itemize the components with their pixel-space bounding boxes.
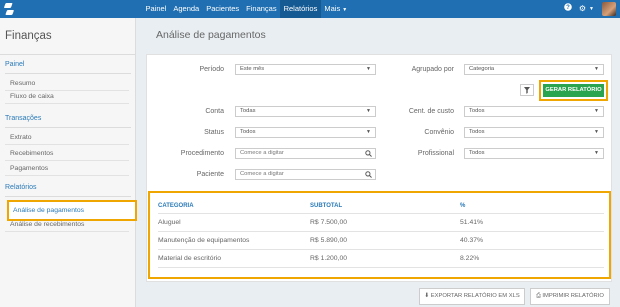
caret-down-icon: ▼ xyxy=(366,108,371,114)
nav-agenda[interactable]: Agenda xyxy=(170,0,203,18)
caret-down-icon: ▼ xyxy=(342,7,348,13)
row-3-categoria: Material de escritório xyxy=(158,255,222,262)
cent-custo-value: Todos xyxy=(469,108,485,114)
row-2-subtotal: R$ 5.890,00 xyxy=(310,237,348,244)
sidebar-item-fluxo-de-caixa[interactable]: Fluxo de caixa xyxy=(5,91,129,104)
caret-down-icon: ▼ xyxy=(594,150,599,156)
nav-relatorios[interactable]: Relatórios xyxy=(280,0,321,18)
caret-down-icon: ▼ xyxy=(594,129,599,135)
convenio-label: Convênio xyxy=(424,129,454,136)
sidebar-item-pagamentos[interactable]: Pagamentos xyxy=(5,163,129,176)
paciente-placeholder: Comece a digitar xyxy=(240,171,284,177)
divider xyxy=(5,73,131,74)
status-value: Todos xyxy=(240,129,256,135)
divider xyxy=(5,196,131,197)
periodo-select[interactable]: Este mês ▼ xyxy=(235,64,376,75)
convenio-select[interactable]: Todos ▼ xyxy=(464,127,604,138)
periodo-value: Este mês xyxy=(240,66,265,72)
row-1-subtotal: R$ 7.500,00 xyxy=(310,219,348,226)
sidebar-item-recebimentos[interactable]: Recebimentos xyxy=(5,148,129,161)
divider xyxy=(158,213,604,214)
export-xls-label: EXPORTAR RELATÓRIO EM XLS xyxy=(430,293,520,299)
avatar[interactable] xyxy=(602,2,616,16)
search-icon xyxy=(365,150,372,157)
caret-down-icon[interactable]: ▼ xyxy=(589,0,594,18)
sidebar-section-painel[interactable]: Painel xyxy=(5,61,24,68)
nav-mais[interactable]: Mais ▼ xyxy=(321,0,351,18)
caret-down-icon: ▼ xyxy=(366,129,371,135)
page-title: Análise de pagamentos xyxy=(156,29,266,41)
divider xyxy=(158,249,604,250)
agrupado-select[interactable]: Categoria ▼ xyxy=(464,64,604,75)
print-report-button[interactable]: ⎙ IMPRIMIR RELATÓRIO xyxy=(530,288,610,305)
generate-report-highlight: GERAR RELATÓRIO xyxy=(539,80,608,101)
status-label: Status xyxy=(204,129,224,136)
column-header-subtotal: SUBTOTAL xyxy=(310,203,343,209)
help-icon[interactable]: ? xyxy=(564,0,572,18)
nav-mais-label: Mais xyxy=(324,4,341,13)
row-3-percent: 8.22% xyxy=(460,255,480,262)
paciente-input[interactable]: Comece a digitar xyxy=(235,169,376,180)
filter-icon xyxy=(524,87,530,94)
nav-financas[interactable]: Finanças xyxy=(243,0,280,18)
column-header-percent: % xyxy=(460,203,466,209)
status-select[interactable]: Todos ▼ xyxy=(235,127,376,138)
sidebar-title: Finanças xyxy=(5,30,52,42)
results-table-highlight xyxy=(148,191,611,279)
gear-icon[interactable]: ⚙ xyxy=(579,0,586,18)
download-icon: ⬇ xyxy=(424,293,430,299)
row-1-percent: 51.41% xyxy=(460,219,484,226)
top-icons: ? ⚙ ▼ xyxy=(557,0,616,18)
search-icon xyxy=(365,171,372,178)
procedimento-placeholder: Comece a digitar xyxy=(240,150,284,156)
generate-report-button[interactable]: GERAR RELATÓRIO xyxy=(543,84,604,97)
nav-painel[interactable]: Painel xyxy=(142,0,170,18)
row-1-categoria: Aluguel xyxy=(158,219,181,226)
print-icon: ⎙ xyxy=(536,293,541,299)
row-2-percent: 40.37% xyxy=(460,237,484,244)
agrupado-label: Agrupado por xyxy=(411,66,454,73)
top-navbar: Painel Agenda Pacientes Finanças Relatór… xyxy=(0,0,620,18)
caret-down-icon: ▼ xyxy=(594,66,599,72)
sidebar-item-analise-de-pagamentos[interactable]: Análise de pagamentos xyxy=(7,200,137,221)
row-3-subtotal: R$ 1.200,00 xyxy=(310,255,348,262)
procedimento-input[interactable]: Comece a digitar xyxy=(235,148,376,159)
filter-button[interactable] xyxy=(520,84,534,96)
procedimento-label: Procedimento xyxy=(180,150,224,157)
divider xyxy=(158,231,604,232)
app-logo-icon[interactable] xyxy=(4,2,18,16)
profissional-select[interactable]: Todos ▼ xyxy=(464,148,604,159)
conta-label: Conta xyxy=(205,108,224,115)
paciente-label: Paciente xyxy=(196,171,224,178)
caret-down-icon: ▼ xyxy=(366,66,371,72)
divider xyxy=(5,127,131,128)
column-header-categoria: CATEGORIA xyxy=(158,203,194,209)
sidebar-section-transacoes[interactable]: Transações xyxy=(5,115,41,122)
periodo-label: Período xyxy=(199,66,224,73)
cent-custo-select[interactable]: Todos ▼ xyxy=(464,106,604,117)
conta-value: Todas xyxy=(240,108,256,114)
nav-pacientes[interactable]: Pacientes xyxy=(203,0,243,18)
sidebar-item-extrato[interactable]: Extrato xyxy=(5,132,129,145)
profissional-value: Todos xyxy=(469,150,485,156)
export-xls-button[interactable]: ⬇ EXPORTAR RELATÓRIO EM XLS xyxy=(419,288,525,305)
sidebar-section-relatorios[interactable]: Relatórios xyxy=(5,184,37,191)
row-2-categoria: Manutenção de equipamentos xyxy=(158,237,250,244)
print-report-label: IMPRIMIR RELATÓRIO xyxy=(542,293,604,299)
divider xyxy=(158,267,604,268)
svg-text:?: ? xyxy=(566,5,570,11)
agrupado-value: Categoria xyxy=(469,66,495,72)
divider xyxy=(0,54,136,55)
sidebar: Finanças Painel Resumo Fluxo de caixa Tr… xyxy=(0,18,137,307)
caret-down-icon: ▼ xyxy=(594,108,599,114)
cent-custo-label: Cent. de custo xyxy=(408,108,454,115)
main-nav: Painel Agenda Pacientes Finanças Relatór… xyxy=(142,0,351,18)
sidebar-item-analise-de-recebimentos[interactable]: Análise de recebimentos xyxy=(5,219,129,232)
profissional-label: Profissional xyxy=(417,150,454,157)
convenio-value: Todos xyxy=(469,129,485,135)
sidebar-item-resumo[interactable]: Resumo xyxy=(5,78,129,91)
conta-select[interactable]: Todas ▼ xyxy=(235,106,376,117)
